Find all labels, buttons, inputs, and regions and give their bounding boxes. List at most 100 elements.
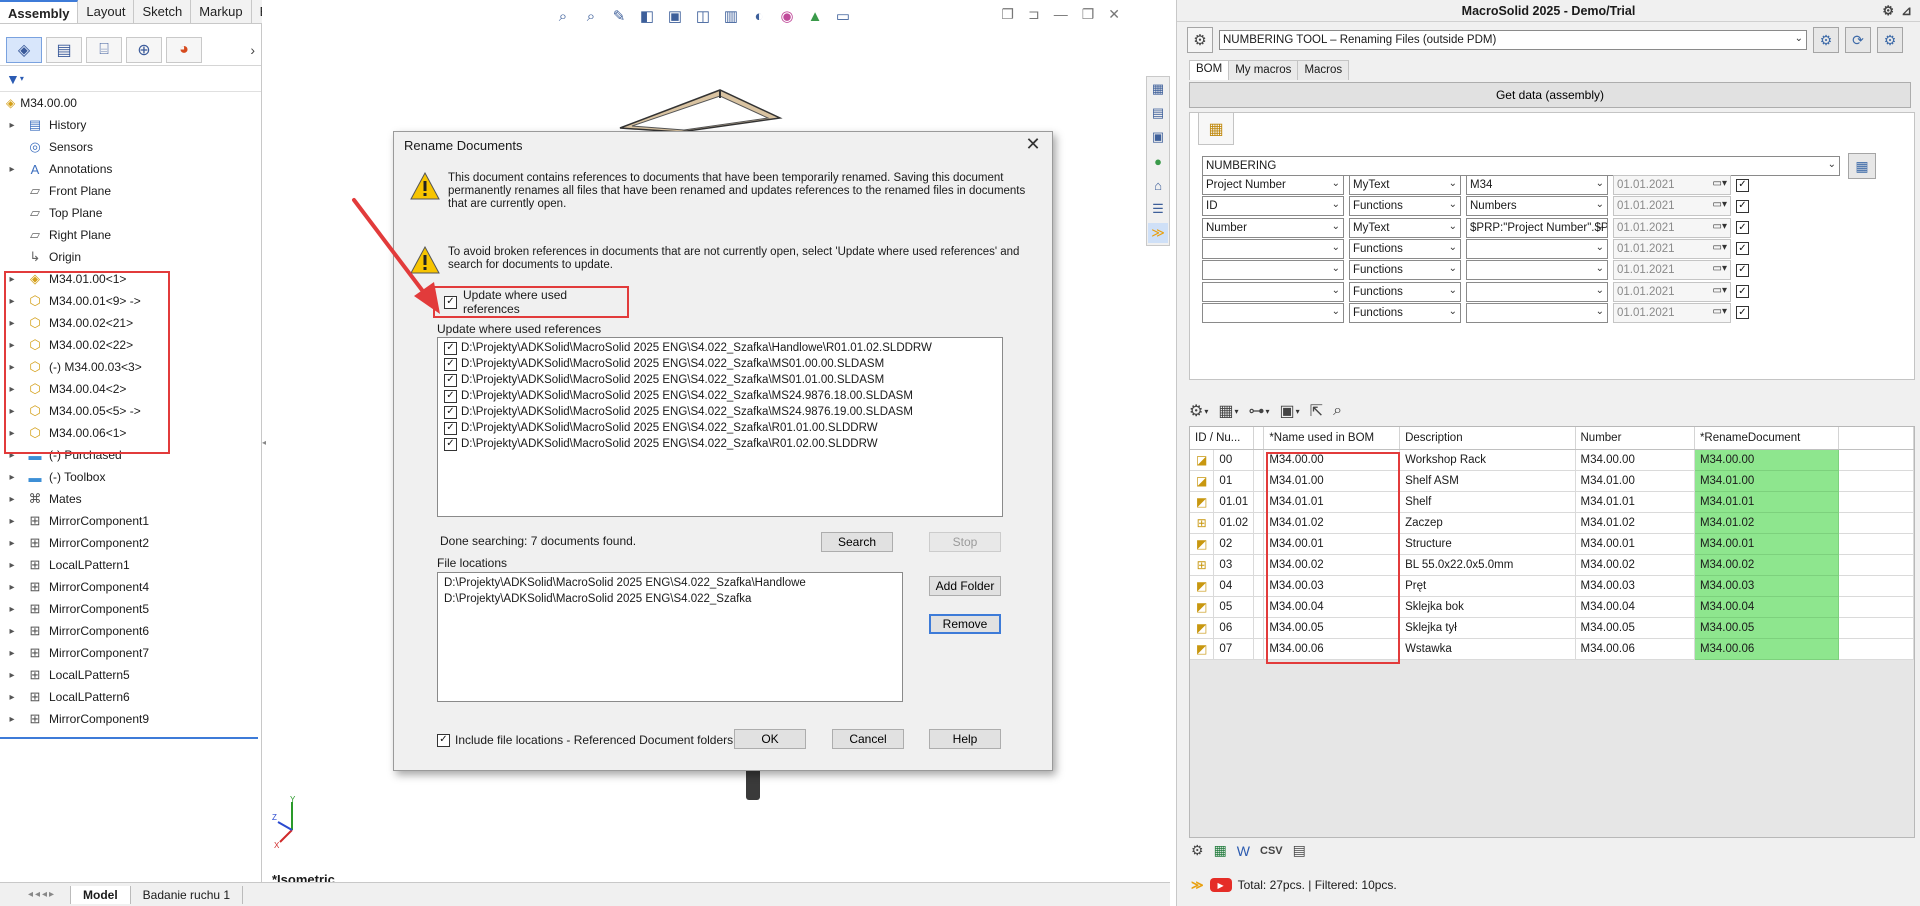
criteria-type-select[interactable]: Functions ⌄ xyxy=(1349,196,1461,217)
criteria-enabled-checkbox[interactable]: ✓ xyxy=(1736,285,1749,298)
criteria-field-select[interactable]: Number ⌄ xyxy=(1202,217,1344,238)
row-description[interactable]: Zaczep xyxy=(1399,512,1576,534)
get-data-button[interactable]: Get data (assembly) xyxy=(1189,82,1911,108)
criteria-type-select[interactable]: MyText ⌄ xyxy=(1349,217,1461,238)
file-location-item[interactable]: D:\Projekty\ADKSolid\MacroSolid 2025 ENG… xyxy=(444,591,896,607)
property-manager-icon[interactable]: ▤ xyxy=(46,36,82,63)
configuration-manager-icon[interactable]: ⌸ xyxy=(86,36,122,63)
row-description[interactable]: Shelf xyxy=(1399,491,1576,513)
dynamic-annotation-icon[interactable]: ▣ xyxy=(664,6,686,26)
expand-arrow-icon[interactable]: ▸ xyxy=(0,472,16,483)
file-location-item[interactable]: D:\Projekty\ADKSolid\MacroSolid 2025 ENG… xyxy=(444,575,896,591)
row-description[interactable]: Sklejka tył xyxy=(1399,617,1576,639)
youtube-icon[interactable]: ▶ xyxy=(1209,878,1232,892)
expand-arrow-icon[interactable]: ▸ xyxy=(0,120,16,131)
tree-item[interactable]: ↳ Origin xyxy=(0,246,261,268)
criteria-enabled-checkbox[interactable]: ✓ xyxy=(1736,199,1749,213)
expand-arrow-icon[interactable]: ▸ xyxy=(0,494,16,505)
expand-arrow-icon[interactable]: ▸ xyxy=(0,164,16,175)
apply-numbering-icon[interactable]: ▦ xyxy=(1848,153,1876,179)
criteria-value-select[interactable]: ⌄ xyxy=(1466,302,1608,323)
minimize-icon[interactable]: — xyxy=(1054,6,1068,23)
row-description[interactable]: BL 55.0x22.0x5.0mm xyxy=(1399,554,1576,576)
gear-icon[interactable]: ⚙ xyxy=(1187,27,1213,53)
excel-icon[interactable]: ▦ xyxy=(1214,842,1227,859)
tree-item[interactable]: ▸ ⊞ MirrorComponent4 xyxy=(0,576,261,598)
expand-arrow-icon[interactable]: ▸ xyxy=(0,714,16,725)
display-style-icon[interactable]: ▥ xyxy=(720,6,742,26)
row-rename[interactable]: M34.00.06 xyxy=(1694,638,1839,660)
tree-structure-icon[interactable]: ⊶ ▾ xyxy=(1249,401,1270,421)
table-export-icon[interactable]: ▤ xyxy=(1293,842,1306,859)
pin-icon[interactable]: ⊿ xyxy=(1901,3,1912,19)
numbering-select[interactable]: NUMBERING ⌄ xyxy=(1202,156,1840,176)
tree-item[interactable]: ▱ Right Plane xyxy=(0,224,261,246)
tree-item[interactable]: ▸ ⊞ MirrorComponent9 xyxy=(0,708,261,730)
checkmark-icon[interactable]: ✓ xyxy=(444,437,457,451)
row-description[interactable]: Shelf ASM xyxy=(1399,470,1576,492)
tree-root[interactable]: ◈ M34.00.00 xyxy=(0,92,261,114)
expand-arrow-icon[interactable]: ▸ xyxy=(0,538,16,549)
criteria-value-select[interactable]: ⌄ xyxy=(1466,260,1608,281)
section-view-icon[interactable]: ◧ xyxy=(636,6,658,26)
columns-icon[interactable]: ▦ ▾ xyxy=(1218,401,1238,421)
criteria-date-field[interactable]: 01.01.2021 ▭▾ xyxy=(1613,281,1731,302)
criteria-value-select[interactable]: ⌄ xyxy=(1466,281,1608,302)
criteria-date-field[interactable]: 01.01.2021 ▭▾ xyxy=(1613,196,1731,217)
checkmark-icon[interactable]: ✓ xyxy=(444,421,457,435)
column-header-rename[interactable]: *RenameDocument xyxy=(1694,427,1839,450)
tree-item[interactable]: ▸ ⊞ MirrorComponent2 xyxy=(0,532,261,554)
tree-item[interactable]: ▸ A Annotations xyxy=(0,158,261,180)
tree-item[interactable]: ▸ ⊞ LocalLPattern5 xyxy=(0,664,261,686)
expand-arrow-icon[interactable]: ▸ xyxy=(0,582,16,593)
previous-view-icon[interactable]: ✎ xyxy=(608,6,630,26)
ok-button[interactable]: OK xyxy=(734,729,806,749)
checkmark-icon[interactable]: ✓ xyxy=(444,357,457,371)
csv-export-button[interactable]: CSV xyxy=(1260,845,1283,857)
tile-icon[interactable]: ⊐ xyxy=(1028,6,1040,23)
criteria-type-select[interactable]: Functions ⌄ xyxy=(1349,238,1461,259)
apply-scene-icon[interactable]: ▲ xyxy=(804,6,826,26)
custom-properties-icon[interactable]: ☰ xyxy=(1148,199,1168,219)
feature-tree-icon[interactable]: ◈ xyxy=(6,36,42,63)
criteria-field-select[interactable]: ⌄ xyxy=(1202,281,1344,302)
expand-arrow-icon[interactable]: ▸ xyxy=(0,560,16,571)
tab-bom[interactable]: BOM xyxy=(1189,60,1230,80)
tree-item[interactable]: ◎ Sensors xyxy=(0,136,261,158)
tab-macros[interactable]: Macros xyxy=(1297,60,1350,80)
reference-item[interactable]: ✓ D:\Projekty\ADKSolid\MacroSolid 2025 EN… xyxy=(444,420,996,436)
references-list[interactable]: ✓ D:\Projekty\ADKSolid\MacroSolid 2025 EN… xyxy=(437,337,1003,517)
tree-item[interactable]: ▸ ⊞ MirrorComponent7 xyxy=(0,642,261,664)
add-folder-button[interactable]: Add Folder xyxy=(929,576,1001,596)
tree-item[interactable]: ▱ Front Plane xyxy=(0,180,261,202)
close-icon[interactable]: ✕ xyxy=(1022,134,1044,155)
word-icon[interactable]: W xyxy=(1237,843,1250,859)
gear-icon[interactable]: ⚙ xyxy=(1882,3,1894,19)
tree-item[interactable]: ▸ ▤ History xyxy=(0,114,261,136)
checkmark-icon[interactable]: ✓ xyxy=(437,733,450,747)
refresh-icon[interactable]: ⟳ xyxy=(1845,27,1871,53)
expand-arrow-icon[interactable]: ▸ xyxy=(0,692,16,703)
tree-item[interactable]: ▸ ⊞ MirrorComponent5 xyxy=(0,598,261,620)
criteria-field-select[interactable]: Project Number ⌄ xyxy=(1202,175,1344,195)
expand-arrow-icon[interactable]: ▸ xyxy=(0,648,16,659)
reference-item[interactable]: ✓ D:\Projekty\ADKSolid\MacroSolid 2025 EN… xyxy=(444,436,996,452)
criteria-date-field[interactable]: 01.01.2021 ▭▾ xyxy=(1613,175,1731,195)
criteria-enabled-checkbox[interactable]: ✓ xyxy=(1736,178,1749,192)
row-description[interactable]: Wstawka xyxy=(1399,638,1576,660)
remove-button[interactable]: Remove xyxy=(929,614,1001,634)
tab-assembly[interactable]: Assembly xyxy=(0,0,79,23)
zoom-to-fit-icon[interactable]: ⌕ xyxy=(552,6,574,26)
bottom-tab[interactable]: Badanie ruchu 1 xyxy=(131,885,244,904)
display-manager-icon[interactable]: ◕ xyxy=(166,36,202,63)
reference-item[interactable]: ✓ D:\Projekty\ADKSolid\MacroSolid 2025 EN… xyxy=(444,356,996,372)
criteria-value-select[interactable]: Numbers ⌄ xyxy=(1466,196,1608,217)
tree-item[interactable]: ▸ ⊞ LocalLPattern6 xyxy=(0,686,261,708)
search-icon[interactable]: ⌕ xyxy=(1333,402,1342,420)
chevron-right-icon[interactable]: › xyxy=(250,42,255,58)
criteria-enabled-checkbox[interactable]: ✓ xyxy=(1736,221,1749,235)
appearances-icon[interactable]: ● xyxy=(1148,151,1168,171)
row-rename[interactable]: M34.01.02 xyxy=(1694,512,1839,534)
tree-item[interactable]: ▸ ⊞ MirrorComponent6 xyxy=(0,620,261,642)
criteria-value-select[interactable]: M34 ⌄ xyxy=(1466,175,1608,195)
